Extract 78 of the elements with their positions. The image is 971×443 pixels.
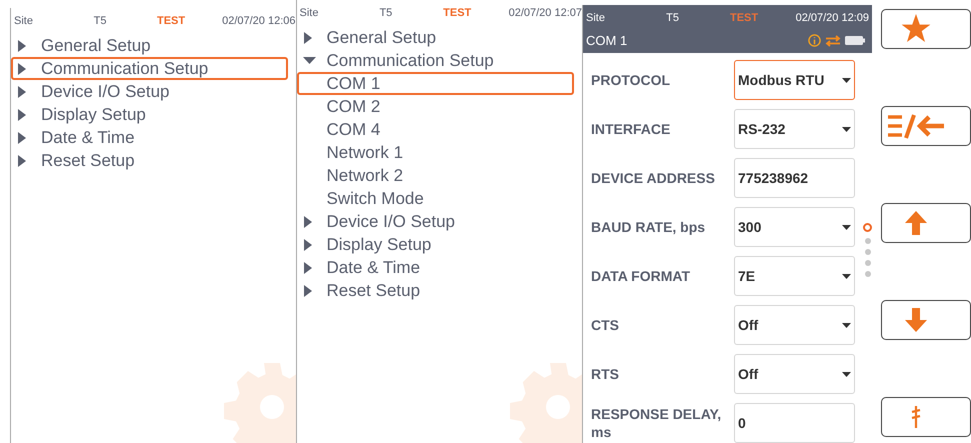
menu-item[interactable]: Device I/O Setup — [296, 210, 574, 233]
down-button[interactable] — [881, 300, 971, 340]
caret-icon — [842, 78, 851, 82]
special-button[interactable] — [881, 397, 971, 437]
unit-label: T5 — [92, 14, 108, 29]
collapsed-arrow-icon — [302, 262, 312, 274]
dropdown[interactable]: Off — [734, 305, 855, 345]
dropdown[interactable]: Modbus RTU — [734, 60, 855, 100]
swap-arrows-icon — [825, 34, 841, 47]
date-time: 02/07/20 12:06 — [222, 14, 296, 29]
caret-icon — [842, 322, 851, 328]
collapsed-arrow-icon — [17, 86, 26, 98]
collapsed-arrow-icon — [17, 108, 26, 120]
up-button[interactable] — [881, 203, 971, 243]
collapsed-arrow-icon — [302, 32, 312, 44]
menu-item[interactable]: Communication Setup — [296, 49, 574, 72]
unit-label: T5 — [665, 10, 680, 26]
info-icon — [808, 34, 821, 48]
menu-item[interactable]: Display Setup — [11, 103, 288, 126]
caret-icon — [842, 126, 851, 132]
mode-label: TEST — [729, 10, 760, 26]
menu-item[interactable]: COM 2 — [296, 95, 574, 118]
dropdown[interactable]: 300 — [734, 207, 855, 247]
date-time: 02/07/20 12:07 — [508, 6, 582, 21]
collapsed-arrow-icon — [302, 284, 312, 296]
dropdown[interactable]: RS-232 — [734, 109, 855, 149]
menu-item[interactable]: Date & Time — [11, 126, 288, 149]
collapsed-arrow-icon — [17, 132, 26, 144]
field-label: DATA FORMAT — [591, 267, 692, 285]
menu-item[interactable]: COM 1 — [296, 72, 574, 95]
field-label: RESPONSE DELAY, ms — [591, 405, 722, 441]
collapsed-arrow-icon — [302, 216, 312, 228]
collapsed-arrow-icon — [302, 238, 312, 250]
field-label: BAUD RATE, bps — [591, 218, 706, 236]
input-field[interactable]: 0 — [734, 403, 855, 443]
up-arrow-icon — [905, 211, 927, 235]
menu-item[interactable]: COM 4 — [296, 118, 574, 141]
collapsed-arrow-icon — [17, 40, 26, 52]
caret-icon — [842, 274, 851, 278]
menu-item[interactable]: Display Setup — [296, 233, 574, 256]
collapsed-arrow-icon — [17, 62, 26, 74]
field-label: CTS — [591, 316, 620, 334]
battery-icon — [845, 36, 865, 46]
menu-item[interactable]: Switch Mode — [296, 187, 574, 210]
mode-label: TEST — [156, 14, 186, 29]
caret-icon — [842, 224, 851, 230]
symbol-icon — [911, 406, 921, 428]
menu-item[interactable]: General Setup — [11, 34, 288, 57]
field-label: INTERFACE — [591, 120, 672, 138]
menu-item[interactable]: Reset Setup — [11, 149, 288, 172]
unit-label: T5 — [378, 6, 394, 21]
list-back-arrow-icon — [886, 112, 946, 140]
menu-item[interactable]: General Setup — [296, 26, 574, 49]
menu-item[interactable]: Device I/O Setup — [11, 80, 288, 103]
list-back-button[interactable] — [881, 106, 971, 146]
input-field[interactable]: 775238962 — [734, 158, 855, 198]
menu-item[interactable]: Network 1 — [296, 141, 574, 164]
field-label: DEVICE ADDRESS — [591, 169, 716, 187]
menu-item[interactable]: Communication Setup — [11, 57, 288, 80]
site-label: Site — [586, 10, 606, 26]
site-label: Site — [14, 14, 34, 29]
field-label: PROTOCOL — [591, 71, 672, 89]
screen-title: COM 1 — [586, 32, 628, 50]
caret-icon — [842, 372, 851, 376]
site-label: Site — [300, 6, 320, 21]
field-label: RTS — [591, 365, 620, 383]
down-arrow-icon — [905, 308, 927, 332]
menu-item[interactable]: Reset Setup — [296, 279, 574, 302]
mode-label: TEST — [442, 6, 472, 21]
expanded-arrow-icon — [302, 56, 316, 65]
date-time: 02/07/20 12:09 — [796, 10, 869, 26]
dropdown[interactable]: 7E — [734, 256, 855, 296]
menu-item[interactable]: Date & Time — [296, 256, 574, 279]
star-button[interactable] — [881, 9, 971, 49]
collapsed-arrow-icon — [17, 154, 26, 166]
dropdown[interactable]: Off — [734, 354, 855, 394]
menu-item[interactable]: Network 2 — [296, 164, 574, 187]
star-icon — [900, 14, 932, 44]
